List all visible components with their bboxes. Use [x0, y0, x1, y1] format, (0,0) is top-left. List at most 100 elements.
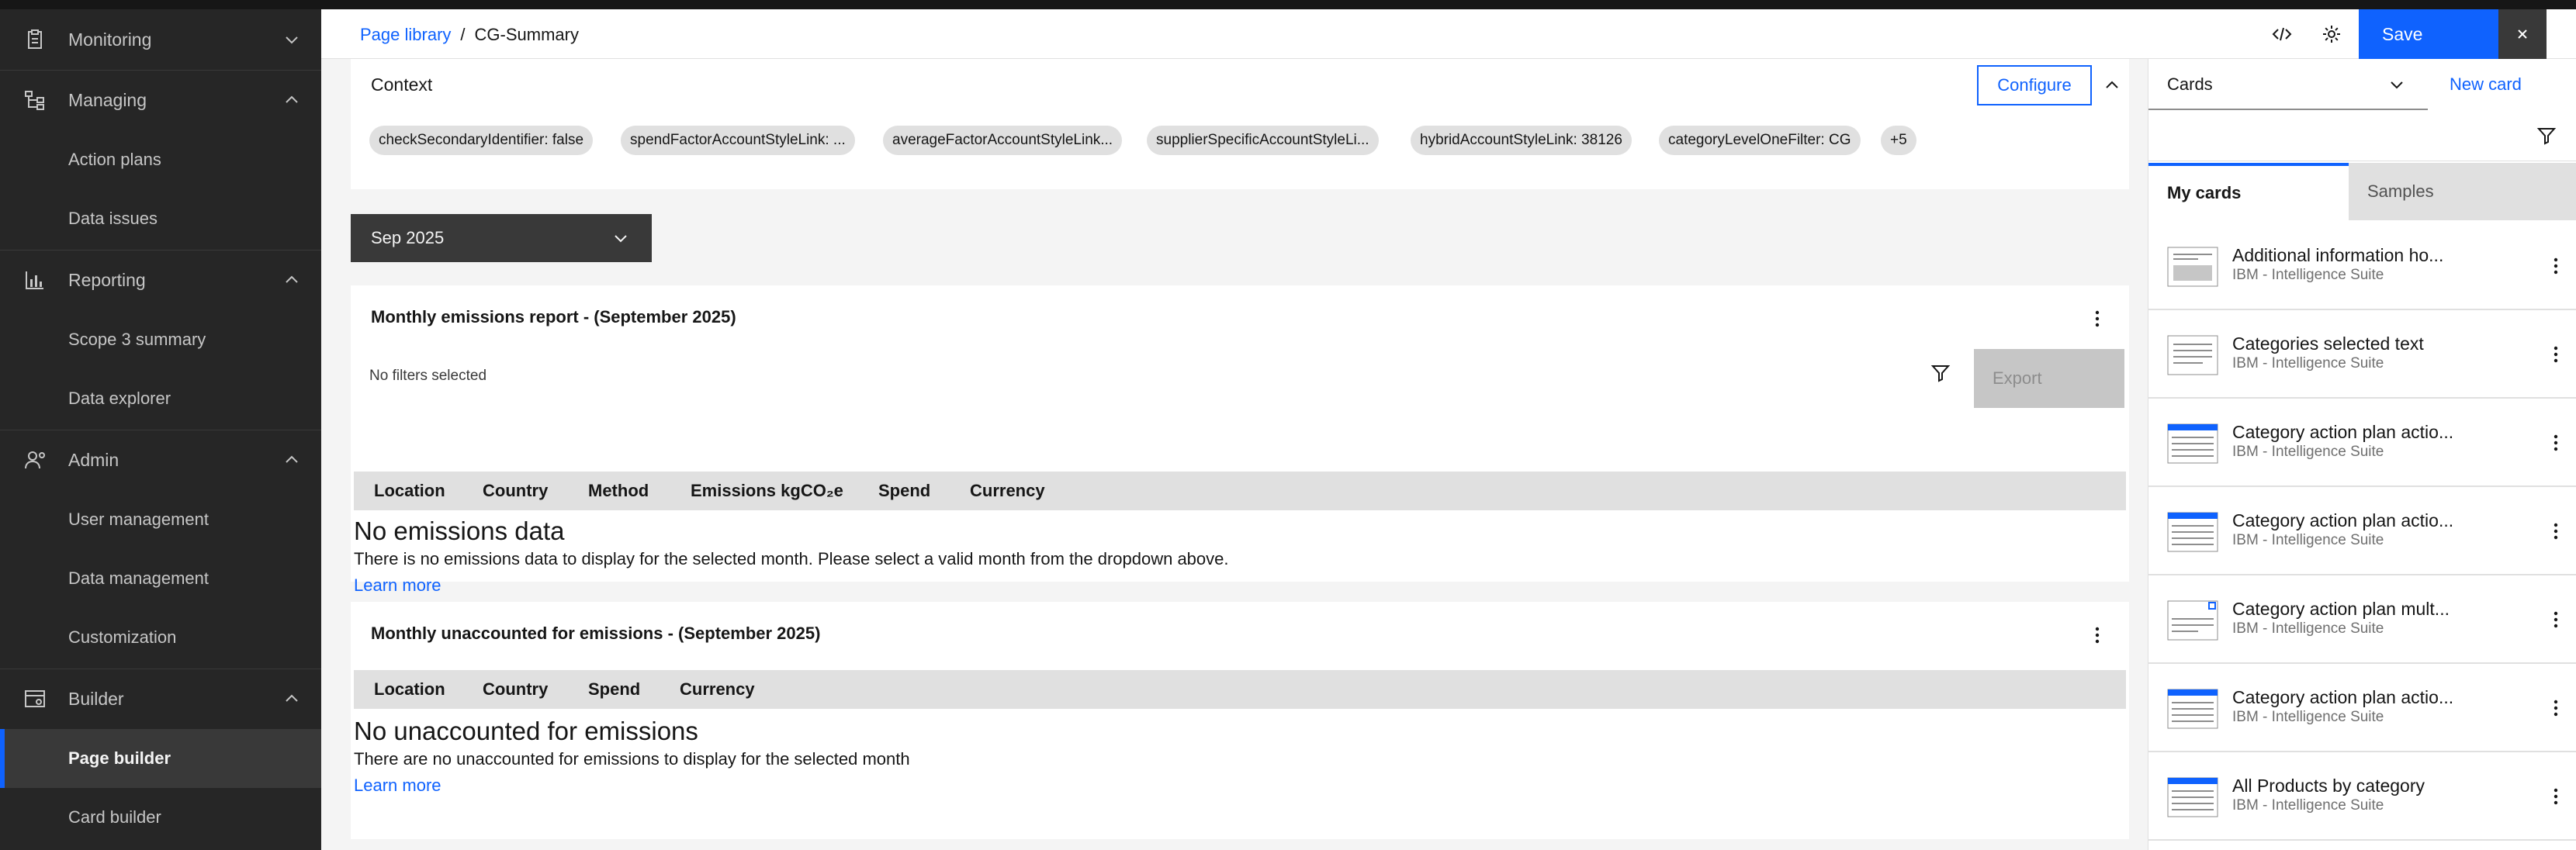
tab-samples[interactable]: Samples: [2349, 163, 2576, 220]
card-title: Monthly unaccounted for emissions - (Sep…: [371, 624, 821, 643]
close-button[interactable]: [2498, 9, 2547, 59]
text-card-icon: [2167, 335, 2218, 375]
card-type-select[interactable]: Cards: [2148, 59, 2428, 110]
card-list-item[interactable]: Category action plan actio... IBM - Inte…: [2148, 487, 2576, 575]
sidebar-item-label: Card builder: [68, 807, 161, 827]
export-button[interactable]: Export: [1974, 349, 2124, 408]
card-list-item[interactable]: All Products by category IBM - Intellige…: [2148, 752, 2576, 841]
learn-more-link[interactable]: Learn more: [354, 575, 441, 596]
overflow-menu-icon[interactable]: [2550, 343, 2561, 366]
overflow-menu-icon[interactable]: [2550, 785, 2561, 808]
card-source: IBM - Intelligence Suite: [2232, 532, 2384, 548]
filter-icon[interactable]: [1930, 363, 1951, 383]
main-content: Context Configure checkSecondaryIdentifi…: [321, 59, 2148, 850]
chevron-down-icon: [615, 235, 627, 243]
tree-icon: [25, 91, 44, 110]
sidebar-item-label: User management: [68, 510, 209, 529]
column-header[interactable]: Currency: [970, 481, 1045, 501]
column-header[interactable]: Spend: [878, 481, 930, 501]
context-more-tag[interactable]: +5: [1881, 126, 1916, 155]
context-title: Context: [371, 74, 433, 95]
sidebar-item-page-builder[interactable]: Page builder: [0, 729, 321, 788]
table-card-icon: [2167, 689, 2218, 729]
sidebar-group-monitoring[interactable]: Monitoring: [0, 9, 321, 70]
context-tag: hybridAccountStyleLink: 38126: [1411, 126, 1632, 155]
save-button[interactable]: Save: [2359, 9, 2498, 59]
breadcrumb: Page library / CG-Summary: [360, 25, 579, 45]
learn-more-link[interactable]: Learn more: [354, 776, 441, 796]
context-panel: Context Configure checkSecondaryIdentifi…: [351, 59, 2129, 189]
overflow-menu-icon[interactable]: [2550, 608, 2561, 631]
table-card-icon: [2167, 423, 2218, 464]
empty-state-body: There is no emissions data to display fo…: [354, 549, 1229, 568]
breadcrumb-link-page-library[interactable]: Page library: [360, 25, 451, 44]
sidebar-item-customization[interactable]: Customization: [0, 608, 321, 667]
sidebar-item-data-issues[interactable]: Data issues: [0, 189, 321, 248]
card-list-item[interactable]: Additional information ho... IBM - Intel…: [2148, 222, 2576, 310]
overflow-menu-icon[interactable]: [2550, 520, 2561, 543]
sidebar-item-data-management[interactable]: Data management: [0, 549, 321, 608]
tab-label: My cards: [2167, 183, 2242, 202]
chevron-up-icon[interactable]: [2103, 76, 2121, 95]
card-name: Category action plan mult...: [2232, 599, 2450, 619]
code-view-button[interactable]: [2258, 9, 2306, 59]
overflow-menu-icon[interactable]: [2092, 307, 2103, 330]
card-title: Monthly emissions report - (September 20…: [371, 307, 736, 327]
sidebar-item-label: Data explorer: [68, 389, 171, 408]
sidebar-item-label: Data issues: [68, 209, 158, 228]
column-header[interactable]: Location: [374, 679, 445, 700]
column-header[interactable]: Emissions kgCO₂e: [691, 481, 843, 501]
context-tag: spendFactorAccountStyleLink: ...: [621, 126, 855, 155]
card-list-item[interactable]: Category action plan actio... IBM - Inte…: [2148, 399, 2576, 487]
sidebar-item-label: Page builder: [68, 748, 171, 768]
emissions-report-card: Monthly emissions report - (September 20…: [351, 285, 2129, 595]
column-header[interactable]: Location: [374, 481, 445, 501]
sidebar-item-label: Customization: [68, 627, 177, 647]
clipboard-icon: [28, 29, 42, 49]
overflow-menu-icon[interactable]: [2550, 431, 2561, 454]
sidebar-item-card-builder[interactable]: Card builder: [0, 788, 321, 847]
sidebar-item-user-management[interactable]: User management: [0, 490, 321, 549]
column-header[interactable]: Spend: [588, 679, 640, 700]
chevron-up-icon: [286, 95, 298, 103]
sidebar-item-data-explorer[interactable]: Data explorer: [0, 369, 321, 428]
chevron-down-icon: [2391, 81, 2403, 89]
sidebar: Monitoring Managing Action plans Data is…: [0, 9, 321, 850]
card-list-item[interactable]: Category action plan actio... IBM - Inte…: [2148, 664, 2576, 752]
overflow-menu-icon[interactable]: [2550, 254, 2561, 278]
empty-state-title: No unaccounted for emissions: [354, 717, 698, 745]
sidebar-group-label: Managing: [68, 89, 147, 110]
overflow-menu-icon[interactable]: [2092, 624, 2103, 647]
sidebar-group-reporting[interactable]: Reporting: [0, 250, 321, 310]
sidebar-group-label: Reporting: [68, 269, 146, 290]
tab-label: Samples: [2367, 181, 2434, 201]
card-source: IBM - Intelligence Suite: [2232, 444, 2384, 460]
configure-button[interactable]: Configure: [1977, 65, 2092, 105]
top-strip: [0, 0, 2576, 9]
overflow-menu-icon[interactable]: [2550, 696, 2561, 720]
sidebar-group-managing[interactable]: Managing: [0, 70, 321, 130]
context-tag: checkSecondaryIdentifier: false: [369, 126, 594, 155]
breadcrumb-separator: /: [460, 25, 466, 44]
month-dropdown[interactable]: Sep 2025: [351, 214, 652, 262]
sidebar-group-admin[interactable]: Admin: [0, 430, 321, 490]
column-header[interactable]: Country: [483, 679, 548, 700]
card-list-item[interactable]: Categories selected text IBM - Intellige…: [2148, 310, 2576, 399]
filter-icon[interactable]: [2536, 126, 2557, 146]
settings-button[interactable]: [2308, 9, 2356, 59]
sidebar-group-builder[interactable]: Builder: [0, 669, 321, 729]
card-name: All Products by category: [2232, 776, 2425, 796]
sidebar-item-label: Scope 3 summary: [68, 330, 206, 349]
column-header[interactable]: Method: [588, 481, 649, 501]
card-source: IBM - Intelligence Suite: [2232, 797, 2384, 814]
card-list-item[interactable]: Category action plan mult... IBM - Intel…: [2148, 575, 2576, 664]
sidebar-item-scope3-summary[interactable]: Scope 3 summary: [0, 310, 321, 369]
table-header: Location Country Spend Currency: [354, 670, 2126, 709]
close-icon: [2518, 29, 2527, 39]
column-header[interactable]: Country: [483, 481, 548, 501]
tab-my-cards[interactable]: My cards: [2148, 163, 2349, 220]
new-card-link[interactable]: New card: [2450, 74, 2522, 95]
column-header[interactable]: Currency: [680, 679, 755, 700]
card-name: Additional information ho...: [2232, 245, 2444, 265]
sidebar-item-action-plans[interactable]: Action plans: [0, 130, 321, 189]
